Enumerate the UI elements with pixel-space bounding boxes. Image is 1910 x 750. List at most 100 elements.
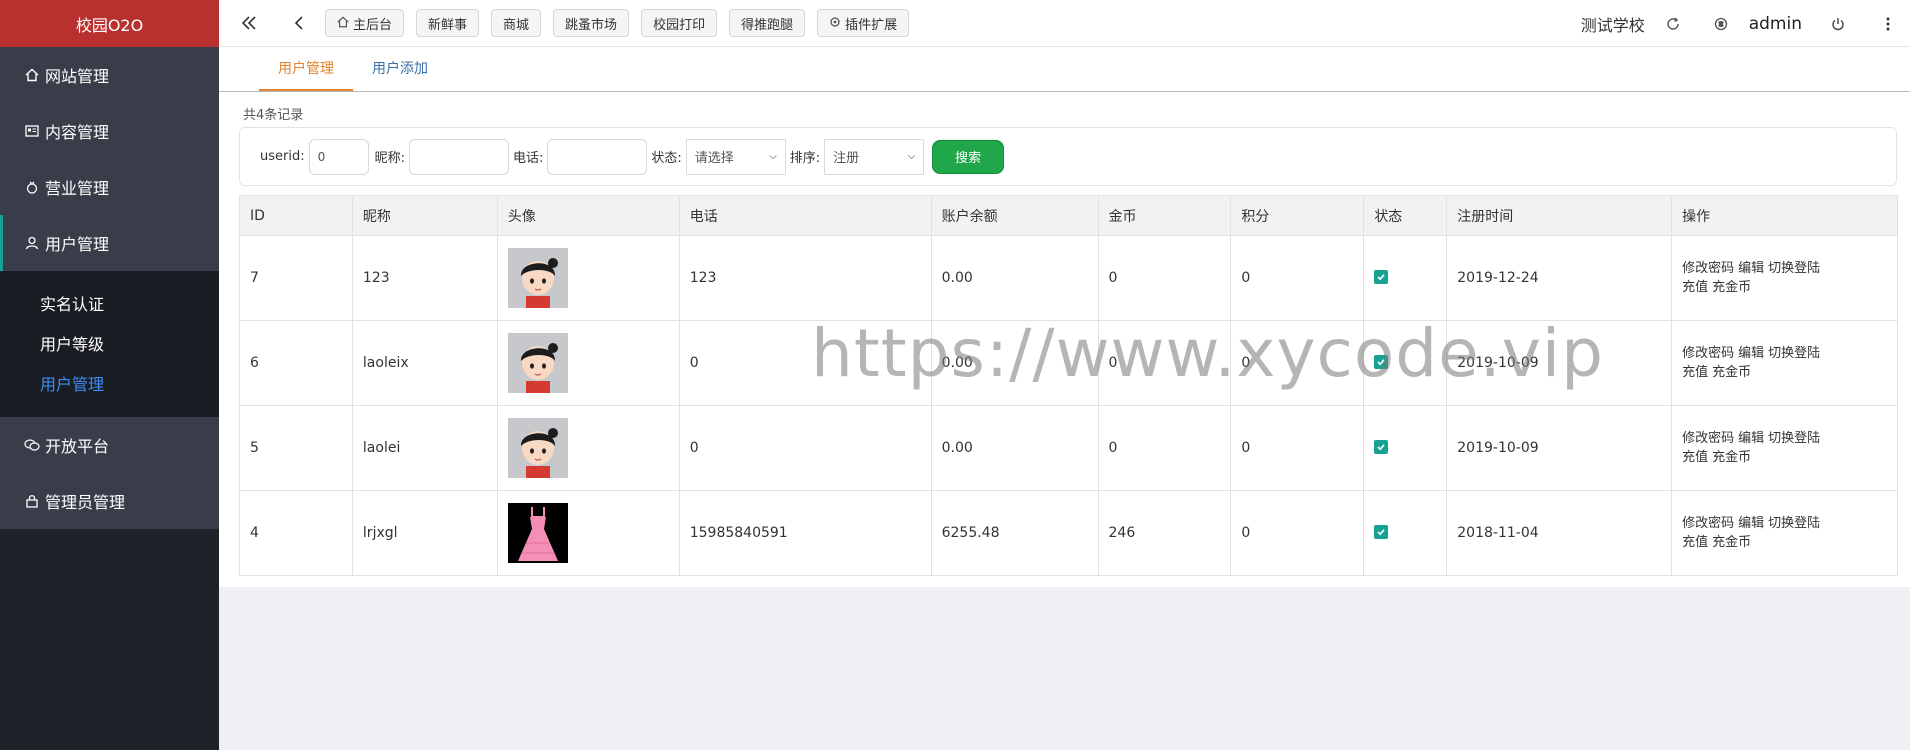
phone-label: 电话: (513, 151, 544, 166)
theme-icon[interactable] (1709, 12, 1733, 36)
school-selector[interactable]: 测试学校 (1581, 12, 1645, 36)
recharge-coins-link[interactable]: 充金币 (1712, 450, 1751, 465)
collapse-double-chevron-icon[interactable] (237, 11, 261, 35)
col-header-actions: 操作 (1671, 195, 1898, 236)
admin-username[interactable]: admin (1749, 14, 1802, 34)
cell-status (1363, 490, 1448, 576)
col-header-avatar: 头像 (496, 195, 680, 236)
quick-link-mall[interactable]: 商城 (491, 9, 542, 37)
tab-user-manage[interactable]: 用户管理 (259, 58, 353, 91)
cell-actions: 修改密码 编辑 切换登陆 充值 充金币 (1671, 320, 1898, 406)
change-password-link[interactable]: 修改密码 (1682, 261, 1734, 276)
col-header-reg-date: 注册时间 (1446, 195, 1673, 236)
cell-balance: 0.00 (930, 235, 1099, 321)
recharge-link[interactable]: 充值 (1682, 280, 1708, 295)
quick-link-campus-print[interactable]: 校园打印 (641, 9, 718, 37)
change-password-link[interactable]: 修改密码 (1682, 431, 1734, 446)
actions-line-2: 充值 充金币 (1682, 363, 1887, 382)
tab-user-add[interactable]: 用户添加 (353, 58, 447, 91)
recharge-link[interactable]: 充值 (1682, 365, 1708, 380)
col-header-phone: 电话 (678, 195, 932, 236)
sidebar-item-open-platform[interactable]: 开放平台 (0, 417, 219, 473)
userid-input[interactable]: 0 (308, 138, 369, 175)
actions-line-1: 修改密码 编辑 切换登陆 (1682, 429, 1887, 448)
switch-login-link[interactable]: 切换登陆 (1768, 431, 1820, 446)
cell-reg-date: 2019-10-09 (1446, 405, 1673, 491)
cell-nickname: laolei (351, 405, 498, 491)
search-form: userid: 0 昵称: 电话: 状态: 请选择 ⌵ 排序: 注册 ⌵ 搜索 (239, 127, 1897, 186)
more-vertical-icon[interactable] (1876, 12, 1900, 36)
watermark-text: https://www.xycode.vip (811, 315, 1604, 392)
nickname-input[interactable] (409, 138, 509, 175)
edit-link[interactable]: 编辑 (1738, 346, 1764, 361)
switch-login-link[interactable]: 切换登陆 (1768, 261, 1820, 276)
recharge-link[interactable]: 充值 (1682, 450, 1708, 465)
sidebar-item-label: 内容管理 (45, 123, 110, 142)
quick-link-flea-market[interactable]: 跳蚤市场 (553, 9, 630, 37)
col-header-nickname: 昵称 (351, 195, 498, 236)
quick-link-errand[interactable]: 得推跑腿 (729, 9, 806, 37)
lock-icon (23, 494, 41, 508)
chevron-down-icon: ⌵ (907, 151, 916, 162)
sidebar-item-label: 网站管理 (45, 67, 110, 86)
content-icon (23, 125, 41, 137)
actions-line-2: 充值 充金币 (1682, 533, 1887, 552)
cell-phone: 123 (678, 235, 932, 321)
sidebar-item-admins[interactable]: 管理员管理 (0, 473, 219, 529)
sort-select[interactable]: 注册 ⌵ (824, 138, 925, 175)
power-icon[interactable] (1826, 12, 1850, 36)
recharge-link[interactable]: 充值 (1682, 535, 1708, 550)
search-button[interactable]: 搜索 (932, 139, 1005, 174)
change-password-link[interactable]: 修改密码 (1682, 516, 1734, 531)
home-icon (23, 68, 41, 82)
refresh-icon[interactable] (1661, 12, 1685, 36)
cell-status (1363, 235, 1448, 321)
col-header-id: ID (239, 195, 353, 236)
cell-id: 5 (239, 405, 353, 491)
status-checkbox[interactable] (1374, 525, 1389, 539)
actions-line-1: 修改密码 编辑 切换登陆 (1682, 344, 1887, 363)
change-password-link[interactable]: 修改密码 (1682, 346, 1734, 361)
edit-link[interactable]: 编辑 (1738, 261, 1764, 276)
cell-reg-date: 2019-12-24 (1446, 235, 1673, 321)
quick-link-plugins[interactable]: 插件扩展 (817, 9, 910, 37)
sidebar-item-content[interactable]: 内容管理 (0, 103, 219, 159)
sidebar-item-site[interactable]: 网站管理 (0, 47, 219, 103)
status-checkbox[interactable] (1374, 270, 1389, 284)
back-chevron-icon[interactable] (287, 11, 311, 35)
recharge-coins-link[interactable]: 充金币 (1712, 365, 1751, 380)
sidebar-item-label: 用户管理 (45, 235, 110, 254)
sort-label: 排序: (789, 151, 821, 166)
table-header-row: ID 昵称 头像 电话 账户余额 金币 积分 状态 注册时间 操作 (239, 195, 1898, 236)
quick-link-news[interactable]: 新鲜事 (416, 9, 480, 37)
tabs-divider (219, 91, 1910, 92)
sidebar-sub-item-user-manage[interactable]: 用户管理 (0, 363, 219, 403)
avatar (507, 333, 669, 393)
avatar (507, 248, 669, 308)
recharge-coins-link[interactable]: 充金币 (1712, 535, 1751, 550)
quick-link-main-admin[interactable]: 主后台 (325, 9, 405, 37)
sidebar: 校园O2O 网站管理 内容管理 营业管理 用户管理 实名认证 用户等级 用户管理… (0, 0, 219, 750)
status-select[interactable]: 请选择 ⌵ (685, 138, 786, 175)
edit-link[interactable]: 编辑 (1738, 516, 1764, 531)
phone-input[interactable] (547, 138, 648, 175)
cell-coins: 246 (1097, 490, 1232, 576)
cell-points: 0 (1230, 235, 1365, 321)
switch-login-link[interactable]: 切换登陆 (1768, 516, 1820, 531)
sidebar-item-users[interactable]: 用户管理 (0, 215, 219, 271)
sidebar-item-business[interactable]: 营业管理 (0, 159, 219, 215)
cell-id: 6 (239, 320, 353, 406)
topbar: 主后台 新鲜事 商城 跳蚤市场 校园打印 得推跑腿 插件扩展 测试学校 admi… (219, 0, 1910, 47)
sidebar-item-label: 管理员管理 (45, 493, 126, 512)
cell-points: 0 (1230, 490, 1365, 576)
recharge-coins-link[interactable]: 充金币 (1712, 280, 1751, 295)
home-icon (337, 15, 349, 31)
sidebar-sub-item-levels[interactable]: 用户等级 (0, 323, 219, 363)
cell-avatar (496, 405, 680, 491)
switch-login-link[interactable]: 切换登陆 (1768, 346, 1820, 361)
edit-link[interactable]: 编辑 (1738, 431, 1764, 446)
sidebar-item-label: 营业管理 (45, 179, 110, 198)
avatar (507, 503, 669, 563)
sidebar-sub-item-verify[interactable]: 实名认证 (0, 283, 219, 323)
status-checkbox[interactable] (1374, 440, 1389, 454)
